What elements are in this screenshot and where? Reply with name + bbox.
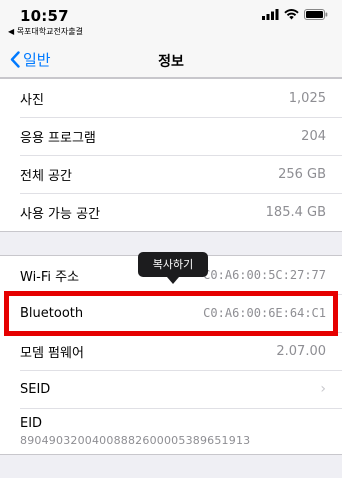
row-eid[interactable]: EID 89049032004008882600005389651913 xyxy=(0,408,342,454)
wifi-icon xyxy=(284,9,299,20)
network-group: Wi-Fi 주소 C0:A6:00:5C:27:77 Bluetooth C0:… xyxy=(0,255,342,455)
status-bar: 10:57 ◀ 목포대학교전자출결 xyxy=(0,0,342,42)
row-label: SEID xyxy=(20,381,51,397)
row-label: 모뎀 펌웨어 xyxy=(20,345,84,361)
row-value: C0:A6:00:5C:27:77 xyxy=(203,268,326,282)
row-photos: 사진 1,025 xyxy=(0,79,342,117)
highlight-box xyxy=(4,291,338,336)
row-value: 204 xyxy=(301,128,326,144)
row-label: EID xyxy=(20,415,43,431)
row-modem-firmware[interactable]: 모뎀 펌웨어 2.07.00 xyxy=(0,332,342,370)
row-label: 사진 xyxy=(20,92,44,108)
navigation-bar: 일반 정보 xyxy=(0,42,342,78)
cellular-signal-icon xyxy=(262,9,279,20)
battery-icon xyxy=(304,9,328,20)
back-to-app-link[interactable]: ◀ 목포대학교전자출결 xyxy=(8,26,83,37)
row-label: Wi-Fi 주소 xyxy=(20,269,80,285)
storage-group: 사진 1,025 응용 프로그램 204 전체 공간 256 GB 사용 가능 … xyxy=(0,78,342,232)
row-capacity: 전체 공간 256 GB xyxy=(0,155,342,193)
row-value: 2.07.00 xyxy=(276,343,326,359)
row-label: 사용 가능 공간 xyxy=(20,206,101,222)
row-label: 응용 프로그램 xyxy=(20,130,96,146)
page-title: 정보 xyxy=(158,54,184,70)
row-value: 185.4 GB xyxy=(265,204,326,220)
row-available: 사용 가능 공간 185.4 GB xyxy=(0,193,342,231)
row-value: 256 GB xyxy=(278,166,326,182)
row-value: 1,025 xyxy=(288,90,326,106)
status-icons xyxy=(262,9,328,20)
row-label: 전체 공간 xyxy=(20,168,72,184)
row-seid[interactable]: SEID › xyxy=(0,370,342,408)
chevron-right-icon: › xyxy=(320,381,326,397)
row-value: 89049032004008882600005389651913 xyxy=(20,433,251,447)
status-time: 10:57 xyxy=(20,7,69,25)
copy-tooltip[interactable]: 복사하기 xyxy=(138,252,208,284)
row-applications: 응용 프로그램 204 xyxy=(0,117,342,155)
